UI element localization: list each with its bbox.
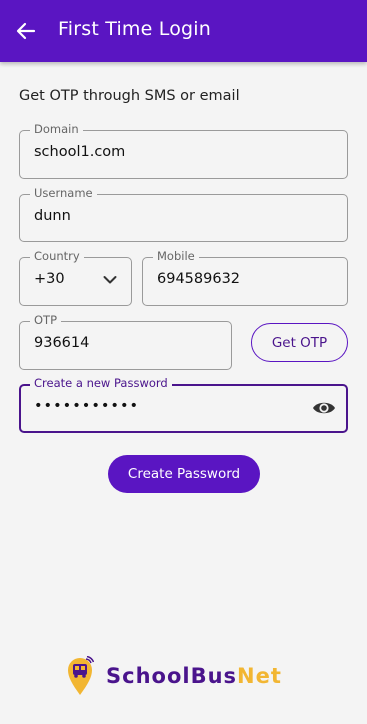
chevron-down-icon[interactable] [103, 275, 117, 285]
country-select[interactable]: Country +30 [19, 249, 132, 306]
otp-field[interactable]: OTP 936614 [19, 313, 232, 370]
new-password-field[interactable]: Create a new Password ••••••••••• [19, 376, 348, 433]
eye-icon[interactable] [312, 398, 336, 418]
username-label: Username [30, 186, 97, 200]
school-bus-pin-icon [68, 656, 94, 695]
username-field[interactable]: Username dunn [19, 186, 348, 242]
domain-value[interactable]: school1.com [34, 144, 125, 160]
get-otp-button[interactable]: Get OTP [251, 323, 348, 362]
otp-value[interactable]: 936614 [34, 335, 89, 351]
instructions-text: Get OTP through SMS or email [19, 88, 240, 104]
country-label: Country [30, 249, 84, 263]
brand-name: SchoolBusNet [106, 664, 282, 688]
brand-name-accent: Net [237, 664, 282, 688]
arrow-left-icon [16, 22, 36, 40]
create-password-button[interactable]: Create Password [108, 455, 260, 493]
new-password-value[interactable]: ••••••••••• [34, 398, 139, 414]
domain-field[interactable]: Domain school1.com [19, 122, 348, 179]
username-value[interactable]: dunn [34, 208, 71, 224]
back-button[interactable] [12, 17, 40, 45]
otp-label: OTP [30, 313, 62, 327]
mobile-label: Mobile [153, 249, 199, 263]
country-value[interactable]: +30 [34, 271, 65, 287]
new-password-label: Create a new Password [30, 376, 172, 390]
mobile-value[interactable]: 694589632 [157, 271, 240, 287]
brand-name-primary: SchoolBus [106, 664, 238, 688]
domain-label: Domain [30, 122, 83, 136]
brand-logo: SchoolBusNet [66, 655, 282, 697]
app-bar: First Time Login [0, 0, 367, 62]
mobile-field[interactable]: Mobile 694589632 [142, 249, 348, 306]
page-title: First Time Login [58, 18, 212, 40]
